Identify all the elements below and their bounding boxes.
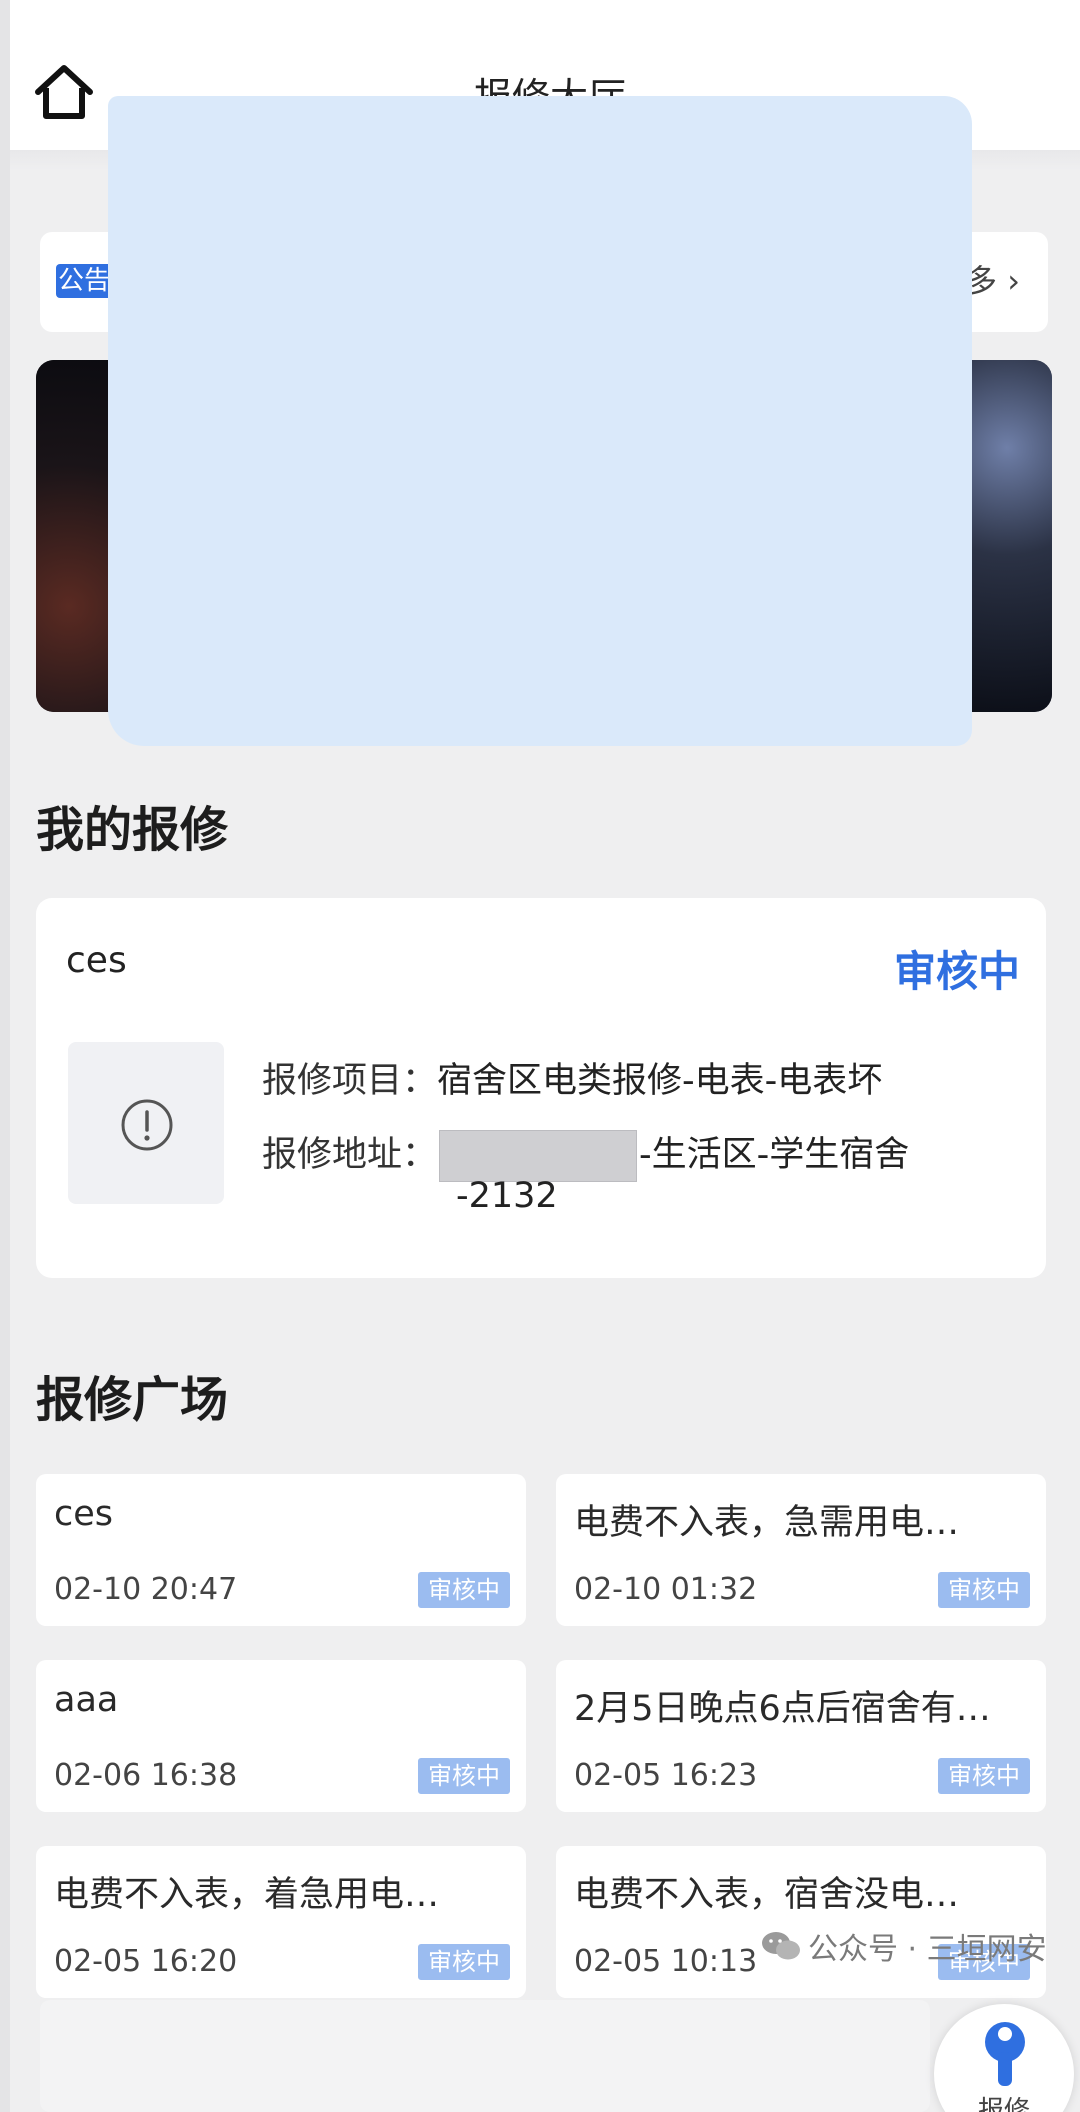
privacy-redaction (108, 96, 972, 746)
watermark-text: 公众号 · 三垣网安 (808, 1932, 1047, 1967)
plaza-card[interactable]: 2月5日晚点6点后宿舍有… 02-05 16:23 审核中 (556, 1660, 1046, 1812)
plaza-card-title: 电费不入表，宿舍没电… (574, 1875, 960, 1915)
info-icon (121, 1099, 173, 1151)
repair-item-label: 报修项目： (262, 1061, 438, 1101)
repair-address-value: -生活区-学生宿舍 (639, 1135, 910, 1175)
plaza-card-title: aaa (54, 1680, 119, 1720)
wrench-icon (985, 2022, 1025, 2086)
plaza-card-title: 电费不入表，急需用电… (574, 1503, 960, 1543)
status-badge: 审核中 (938, 1758, 1030, 1794)
status-badge: 审核中 (938, 1572, 1030, 1608)
announcement-more-link[interactable]: 多 › (965, 256, 1020, 302)
left-edge (0, 0, 10, 2112)
plaza-card-time: 02-10 20:47 (54, 1572, 238, 1607)
plaza-title: 报修广场 (36, 1372, 229, 1428)
repair-thumbnail (68, 1042, 224, 1204)
banner-image-right (962, 360, 1052, 712)
repair-item-value: 宿舍区电类报修-电表-电表坏 (437, 1061, 883, 1101)
home-icon[interactable] (32, 62, 96, 122)
plaza-card[interactable]: 电费不入表，着急用电… 02-05 16:20 审核中 (36, 1846, 526, 1998)
bottom-area (40, 2000, 930, 2112)
address-redaction (439, 1130, 638, 1182)
repair-name: ces (66, 940, 127, 981)
plaza-card[interactable]: 电费不入表，宿舍没电… 02-05 10:13 审核中 (556, 1846, 1046, 1998)
plaza-card[interactable]: aaa 02-06 16:38 审核中 (36, 1660, 526, 1812)
my-repair-card[interactable]: ces 审核中 报修项目：宿舍区电类报修-电表-电表坏 报修地址： -生活区-学生… (36, 898, 1046, 1278)
repair-address-label: 报修地址： (262, 1135, 438, 1175)
repair-address-line2: -2132 (456, 1176, 558, 1216)
plaza-card-time: 02-10 01:32 (574, 1572, 758, 1607)
plaza-card-time: 02-05 10:13 (574, 1944, 758, 1979)
wechat-icon (762, 1932, 800, 1960)
plaza-card-time: 02-05 16:20 (54, 1944, 238, 1979)
plaza-card-title: 电费不入表，着急用电… (54, 1875, 440, 1915)
plaza-card-time: 02-05 16:23 (574, 1758, 758, 1793)
status-badge: 审核中 (418, 1944, 510, 1980)
repair-item-row: 报修项目：宿舍区电类报修-电表-电表坏 (262, 1052, 882, 1103)
plaza-card-title: ces (54, 1494, 114, 1534)
plaza-card[interactable]: 电费不入表，急需用电… 02-10 01:32 审核中 (556, 1474, 1046, 1626)
page: 报修大厅 公告 多 › 我的报修 ces 审核中 报修项目：宿舍区电类报修-电表… (0, 0, 1080, 2112)
report-repair-button[interactable]: 报修 (934, 2004, 1074, 2112)
my-repairs-title: 我的报修 (36, 802, 229, 858)
announcement-badge: 公告 (56, 264, 112, 298)
status-badge: 审核中 (893, 947, 1020, 996)
plaza-card-title: 2月5日晚点6点后宿舍有… (574, 1689, 991, 1729)
report-repair-label: 报修 (977, 2096, 1030, 2112)
plaza-card[interactable]: ces 02-10 20:47 审核中 (36, 1474, 526, 1626)
status-badge: 审核中 (418, 1572, 510, 1608)
repair-address-row: 报修地址： -生活区-学生宿舍 (262, 1126, 909, 1182)
plaza-card-time: 02-06 16:38 (54, 1758, 238, 1793)
status-badge: 审核中 (418, 1758, 510, 1794)
